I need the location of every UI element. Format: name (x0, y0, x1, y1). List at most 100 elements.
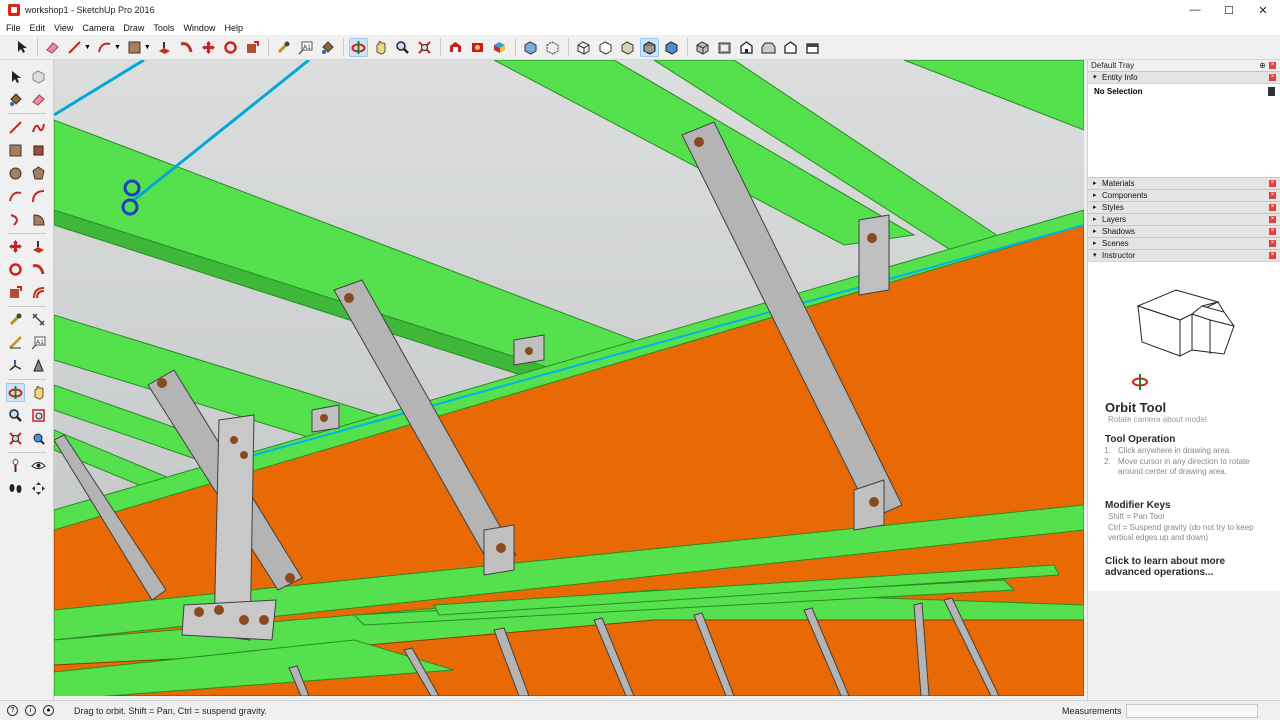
scale-icon[interactable] (243, 38, 262, 57)
close-icon[interactable]: × (1269, 240, 1276, 247)
pin-icon[interactable]: ⊕ (1259, 60, 1266, 71)
dimension-icon[interactable] (29, 310, 48, 329)
hidden-line-icon[interactable] (596, 38, 615, 57)
section-plane-icon[interactable] (29, 479, 48, 498)
panel-shadows[interactable]: Shadows × (1088, 225, 1280, 237)
polygon-icon[interactable] (29, 164, 48, 183)
pan-icon[interactable] (29, 383, 48, 402)
close-icon[interactable]: × (1269, 252, 1276, 259)
iso-view-icon[interactable] (693, 38, 712, 57)
menu-window[interactable]: Window (183, 23, 215, 33)
left-view-icon[interactable] (803, 38, 822, 57)
wireframe-icon[interactable] (574, 38, 593, 57)
toggle-details-icon[interactable] (1268, 87, 1275, 96)
circle-icon[interactable] (6, 164, 25, 183)
x-ray-icon[interactable] (521, 38, 540, 57)
look-around-icon[interactable] (29, 456, 48, 475)
shape-icon[interactable] (125, 38, 144, 57)
model-render[interactable] (54, 60, 1084, 696)
rotate-icon[interactable] (221, 38, 240, 57)
orbit-icon[interactable] (348, 37, 368, 57)
close-icon[interactable]: × (1269, 74, 1276, 81)
offset-icon[interactable] (29, 283, 48, 302)
back-edges-icon[interactable] (543, 38, 562, 57)
zoom-window-icon[interactable] (29, 406, 48, 425)
minimize-button[interactable]: — (1178, 0, 1212, 20)
close-icon[interactable]: × (1269, 192, 1276, 199)
follow-me-icon[interactable] (29, 260, 48, 279)
select-icon[interactable] (12, 38, 31, 57)
eraser-icon[interactable] (43, 38, 62, 57)
rotated-rectangle-icon[interactable] (29, 141, 48, 160)
drawing-area-viewport[interactable] (54, 60, 1084, 696)
menu-file[interactable]: File (6, 23, 21, 33)
front-view-icon[interactable] (737, 38, 756, 57)
paint-bucket-icon[interactable] (6, 90, 25, 109)
two-point-arc-icon[interactable] (29, 187, 48, 206)
menu-draw[interactable]: Draw (123, 23, 144, 33)
monochrome-icon[interactable] (662, 38, 681, 57)
menu-tools[interactable]: Tools (153, 23, 174, 33)
freehand-icon[interactable] (29, 118, 48, 137)
user-icon[interactable]: ● (43, 705, 54, 716)
line-icon[interactable] (6, 118, 25, 137)
panel-entity-info[interactable]: Entity Info × (1088, 71, 1280, 83)
3d-text-icon[interactable] (29, 356, 48, 375)
pan-icon[interactable] (371, 38, 390, 57)
menu-camera[interactable]: Camera (82, 23, 114, 33)
close-icon[interactable]: × (1269, 180, 1276, 187)
close-icon[interactable]: × (1269, 204, 1276, 211)
paint-bucket-icon[interactable] (318, 38, 337, 57)
measurements-input[interactable] (1126, 704, 1258, 718)
back-view-icon[interactable] (781, 38, 800, 57)
close-button[interactable]: ✕ (1246, 0, 1280, 20)
text-icon[interactable]: A1 (29, 333, 48, 352)
close-icon[interactable]: × (1269, 228, 1276, 235)
extension-icon[interactable] (468, 38, 487, 57)
geo-location-icon[interactable]: ? (7, 705, 18, 716)
panel-instructor[interactable]: Instructor × (1088, 249, 1280, 261)
scale-icon[interactable] (6, 283, 25, 302)
panel-materials[interactable]: Materials × (1088, 177, 1280, 189)
credits-icon[interactable]: i (25, 705, 36, 716)
tape-measure-icon[interactable] (6, 310, 25, 329)
panel-styles[interactable]: Styles × (1088, 201, 1280, 213)
three-point-arc-icon[interactable] (6, 210, 25, 229)
menu-edit[interactable]: Edit (30, 23, 46, 33)
previous-view-icon[interactable] (29, 429, 48, 448)
line-icon[interactable] (65, 38, 84, 57)
tape-measure-icon[interactable] (274, 38, 293, 57)
chevron-down-icon[interactable]: ▼ (84, 44, 91, 51)
warehouse-icon[interactable] (446, 38, 465, 57)
pie-icon[interactable] (29, 210, 48, 229)
component-icon[interactable] (490, 38, 509, 57)
move-icon[interactable] (199, 38, 218, 57)
make-component-icon[interactable] (29, 67, 48, 86)
move-icon[interactable] (6, 237, 25, 256)
shaded-icon[interactable] (618, 38, 637, 57)
zoom-icon[interactable] (393, 38, 412, 57)
chevron-down-icon[interactable]: ▼ (114, 44, 121, 51)
arc-icon[interactable] (6, 187, 25, 206)
right-view-icon[interactable] (759, 38, 778, 57)
menu-help[interactable]: Help (224, 23, 243, 33)
eraser-icon[interactable] (29, 90, 48, 109)
rectangle-icon[interactable] (6, 141, 25, 160)
follow-me-icon[interactable] (177, 38, 196, 57)
orbit-icon[interactable] (6, 383, 25, 402)
close-icon[interactable]: × (1269, 216, 1276, 223)
text-icon[interactable]: A1 (296, 38, 315, 57)
maximize-button[interactable]: ☐ (1212, 0, 1246, 20)
zoom-extents-icon[interactable] (6, 429, 25, 448)
protractor-icon[interactable] (6, 333, 25, 352)
panel-scenes[interactable]: Scenes × (1088, 237, 1280, 249)
learn-more-link[interactable]: Click to learn about more advanced opera… (1105, 556, 1255, 578)
arc-icon[interactable] (95, 38, 114, 57)
zoom-icon[interactable] (6, 406, 25, 425)
position-camera-icon[interactable] (6, 456, 25, 475)
push-pull-icon[interactable] (155, 38, 174, 57)
axes-icon[interactable] (6, 356, 25, 375)
walk-icon[interactable] (6, 479, 25, 498)
select-icon[interactable] (6, 67, 25, 86)
panel-layers[interactable]: Layers × (1088, 213, 1280, 225)
